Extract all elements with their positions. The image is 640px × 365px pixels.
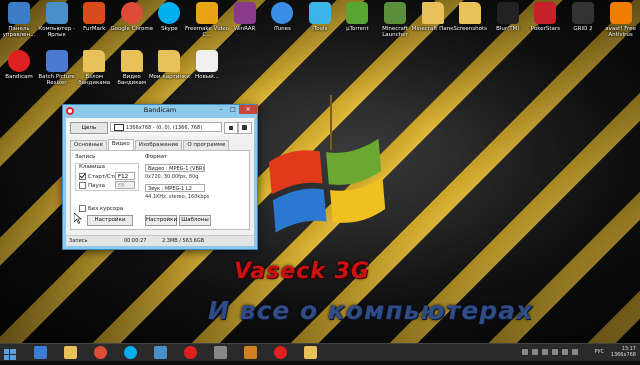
taskbar: РУС 13:17 1366x768 bbox=[0, 343, 640, 361]
tab-video[interactable]: Видео bbox=[107, 139, 134, 150]
title-bar[interactable]: Bandicam – □ ✕ bbox=[63, 105, 257, 117]
audio-details: 44.1KHz, stereo, 160kbps bbox=[145, 194, 210, 200]
tray-icon[interactable] bbox=[522, 349, 528, 355]
computer-icon bbox=[45, 2, 68, 24]
video-details: 0x720, 30.00fps, 80q bbox=[145, 174, 199, 180]
folder-icon bbox=[158, 50, 181, 72]
bandicam-record-icon[interactable] bbox=[274, 346, 287, 359]
status-bar: Запись 00:00:27 2.3MB / 563.6GB bbox=[66, 235, 254, 246]
region-text: 1366x768 - (0, 0), (1366, 768) bbox=[126, 125, 203, 131]
format-settings-button[interactable]: Настройки bbox=[145, 215, 177, 226]
blur-icon bbox=[496, 2, 519, 24]
grid2-icon bbox=[572, 2, 594, 24]
desktop-icon[interactable]: Новый... bbox=[185, 50, 229, 80]
start-button[interactable] bbox=[3, 346, 17, 360]
window-body: Цель 1366x768 - (0, 0), (1366, 768) Осно… bbox=[66, 118, 254, 246]
desktop-icons: Панель управлен... Компьютер - Ярлык FurMa… bbox=[0, 0, 640, 100]
mouse-cursor-icon bbox=[74, 213, 82, 224]
wallpaper-brand: Vaseck 3G bbox=[234, 259, 370, 284]
audio-format: Звук : MPEG-1 L2 bbox=[145, 184, 205, 192]
video-panel: Запись Клавиша Старт/Стоп F12 Пауза F8 Б… bbox=[70, 150, 250, 230]
windows-start-icon bbox=[4, 349, 16, 360]
monitor-icon bbox=[114, 124, 124, 131]
avast-icon bbox=[609, 2, 632, 24]
skype-icon bbox=[158, 2, 181, 24]
document-icon bbox=[196, 50, 218, 72]
wallpaper-tagline: И все о компьютерах bbox=[208, 296, 534, 325]
no-cursor-checkbox[interactable] bbox=[79, 205, 86, 212]
freemake-icon bbox=[196, 2, 218, 24]
video-format: Видео : MPEG-1 (VBR) bbox=[145, 164, 205, 172]
tray-icon[interactable] bbox=[542, 349, 548, 355]
itools-icon bbox=[308, 2, 331, 24]
desktop-icon-label: Новый... bbox=[195, 74, 219, 80]
no-cursor-row[interactable]: Без курсора bbox=[79, 205, 123, 212]
target-button[interactable]: Цель bbox=[70, 122, 108, 134]
furmark-icon bbox=[83, 2, 106, 24]
bandicam-icon bbox=[8, 50, 30, 72]
minecraft-icon bbox=[384, 2, 406, 24]
itunes-icon bbox=[271, 2, 294, 24]
tray-icon[interactable] bbox=[572, 349, 578, 355]
winrar-icon bbox=[233, 2, 256, 24]
chrome-icon bbox=[120, 2, 143, 24]
region-field[interactable]: 1366x768 - (0, 0), (1366, 768) bbox=[110, 122, 222, 132]
explorer-icon[interactable] bbox=[64, 346, 77, 359]
folder-icon bbox=[421, 2, 444, 24]
status-label: Запись bbox=[69, 238, 88, 244]
folder-icon bbox=[459, 2, 482, 24]
no-cursor-label: Без курсора bbox=[88, 206, 124, 212]
clock-date: 1366x768 bbox=[610, 352, 636, 358]
language-indicator[interactable]: РУС bbox=[594, 349, 604, 355]
pokerstars-icon bbox=[534, 2, 557, 24]
hotkey-group-title: Клавиша bbox=[79, 164, 106, 170]
start-stop-checkbox[interactable] bbox=[79, 173, 86, 180]
windows-logo bbox=[268, 138, 386, 233]
folder-icon bbox=[83, 50, 106, 72]
folder-icon bbox=[120, 50, 143, 72]
pause-checkbox[interactable] bbox=[79, 182, 86, 189]
tab-general[interactable]: Основные bbox=[70, 140, 107, 150]
tab-image[interactable]: Изображение bbox=[134, 140, 183, 150]
app-icon[interactable] bbox=[214, 346, 227, 359]
ie-icon[interactable] bbox=[34, 346, 47, 359]
tray-icon[interactable] bbox=[532, 349, 538, 355]
tab-about[interactable]: О программе bbox=[183, 140, 230, 150]
close-button[interactable]: ✕ bbox=[239, 105, 257, 114]
utorrent-icon bbox=[346, 2, 369, 24]
start-stop-key[interactable]: F12 bbox=[115, 172, 135, 180]
pause-label: Пауза bbox=[88, 183, 106, 189]
pause-row[interactable]: Пауза bbox=[79, 182, 105, 189]
bandicam-window[interactable]: Bandicam – □ ✕ Цель 1366x768 - (0, 0), (… bbox=[62, 104, 258, 250]
templates-button[interactable]: Шаблоны bbox=[179, 215, 211, 226]
toolbar: Цель 1366x768 - (0, 0), (1366, 768) bbox=[66, 118, 254, 136]
desktop-icon[interactable]: avast! Free Antivirus bbox=[599, 2, 640, 38]
pause-key: F8 bbox=[115, 181, 135, 189]
folder-icon[interactable] bbox=[304, 346, 317, 359]
bandicam-icon[interactable] bbox=[184, 346, 197, 359]
clock[interactable]: 13:17 1366x768 bbox=[611, 346, 636, 358]
status-time: 00:00:27 bbox=[124, 238, 147, 244]
record-settings-button[interactable]: Настройки bbox=[87, 215, 133, 226]
skype-icon[interactable] bbox=[124, 346, 137, 359]
record-group-title: Запись bbox=[75, 154, 96, 160]
chrome-icon[interactable] bbox=[94, 346, 107, 359]
batch-resizer-icon bbox=[45, 50, 68, 72]
record-button[interactable] bbox=[224, 122, 238, 134]
tray-icon[interactable] bbox=[562, 349, 568, 355]
media-icon[interactable] bbox=[154, 346, 167, 359]
minimize-button[interactable]: – bbox=[215, 105, 227, 114]
tray-icons bbox=[522, 349, 592, 356]
desktop-icon-label: avast! Free Antivirus bbox=[605, 26, 636, 38]
control-panel-icon bbox=[8, 2, 30, 24]
format-group-title: Формат bbox=[145, 154, 168, 160]
video-icon[interactable] bbox=[244, 346, 257, 359]
status-size: 2.3MB / 563.6GB bbox=[162, 238, 205, 244]
tray-icon[interactable] bbox=[552, 349, 558, 355]
maximize-button[interactable]: □ bbox=[227, 105, 239, 114]
stop-button[interactable] bbox=[238, 122, 252, 134]
